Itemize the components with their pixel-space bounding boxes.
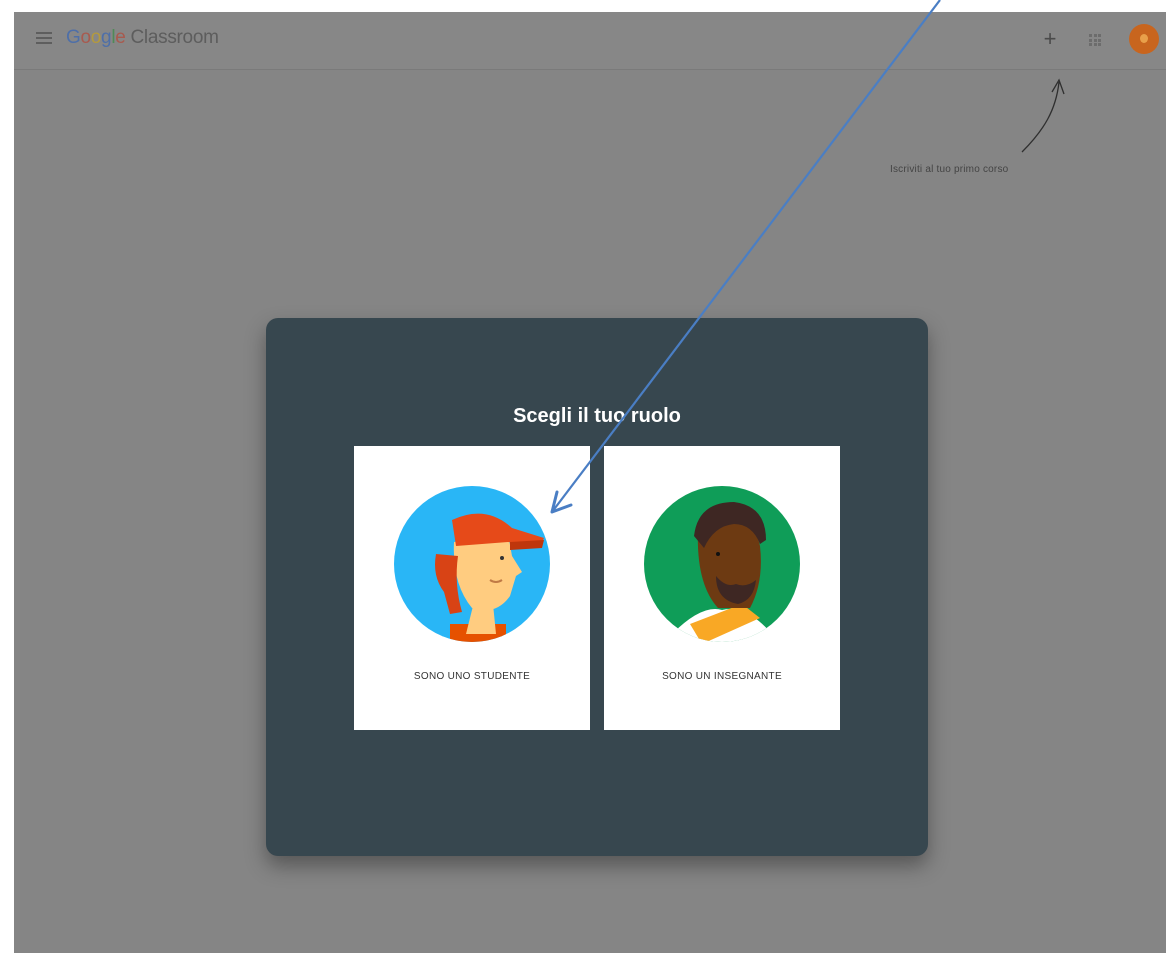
role-dialog: Scegli il tuo ruolo SONO UNO STUDENTE SO… (266, 318, 928, 856)
plus-icon[interactable]: + (1036, 25, 1064, 53)
dialog-title: Scegli il tuo ruolo (513, 405, 681, 427)
apps-icon[interactable] (1089, 34, 1101, 46)
student-illustration (394, 486, 550, 642)
student-role-label: SONO UNO STUDENTE (413, 671, 531, 682)
student-role-card[interactable]: SONO UNO STUDENTE (354, 446, 590, 730)
hint-arrow-icon (1021, 78, 1065, 153)
hint-text: Iscriviti al tuo primo corso (890, 164, 1009, 175)
classroom-window: Google Classroom + Iscriviti al tuo prim… (14, 12, 1166, 953)
teacher-role-card[interactable]: SONO UN INSEGNANTE (604, 446, 840, 730)
avatar[interactable] (1129, 24, 1159, 54)
teacher-illustration (644, 486, 800, 642)
app-logo[interactable]: Google Classroom (66, 27, 219, 49)
teacher-role-label: SONO UN INSEGNANTE (662, 671, 782, 682)
top-bar: Google Classroom + (14, 12, 1166, 70)
menu-icon[interactable] (36, 32, 52, 46)
